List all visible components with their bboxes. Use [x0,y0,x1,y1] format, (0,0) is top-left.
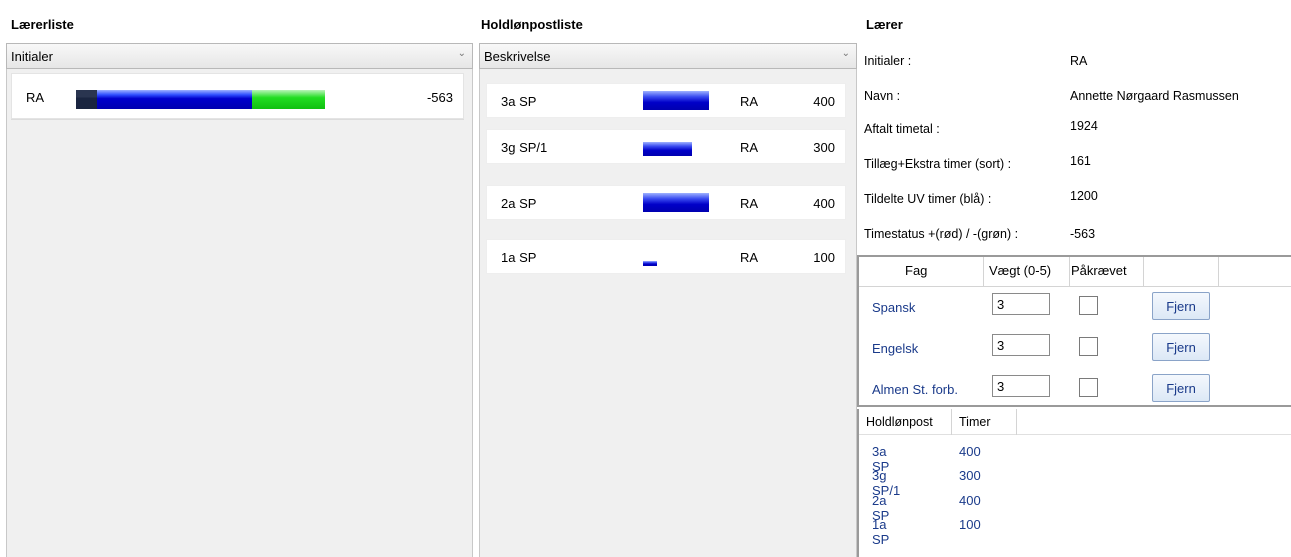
holdlon-row[interactable]: 1a SP RA 100 [486,239,846,274]
holdlon-list-panel: Holdlønpostliste Beskrivelse ⌄ 3a SP RA … [473,0,857,557]
agreed-hours-value: 1924 [1070,119,1098,133]
holdlon-list-title: Holdlønpostliste [481,17,583,32]
initials-row: Initialer : RA [864,54,1291,74]
subject-name: Engelsk [872,341,919,356]
name-value: Annette Nørgaard Rasmussen [1070,89,1239,103]
holdlon-row[interactable]: 2a SP RA 400 [486,185,846,220]
chevron-down-icon: ⌄ [457,48,466,59]
holdlon-label: 2a SP [501,196,537,211]
status-row: Timestatus +(rød) / -(grøn) : -563 [864,227,1291,247]
status-label: Timestatus +(rød) / -(grøn) : [864,227,1019,241]
description-column-label: Beskrivelse [484,49,551,64]
initials-column-label: Initialer [11,49,53,64]
remove-subject-button[interactable]: Fjern [1152,292,1210,320]
subjects-table-header: Fag Vægt (0-5) Påkrævet [859,257,1291,287]
holdlon-hours: 300 [959,468,981,483]
extra-hours-label: Tillæg+Ekstra timer (sort) : [864,157,1012,171]
subject-name: Spansk [872,300,916,315]
column-divider [1218,257,1219,287]
column-divider [951,409,952,435]
holdlon-hours-bar [643,261,657,266]
teacher-info: Initialer : RA Navn : Annette Nørgaard R… [857,43,1291,254]
name-label: Navn : [864,89,901,103]
holdlon-hours-table-header: Holdlønpost Timer [859,409,1291,435]
teacher-list-title: Lærerliste [11,17,74,32]
holdlon-row[interactable]: 3a SP RA 400 [486,83,846,118]
status-value: -563 [1070,227,1096,241]
subjects-table: Fag Vægt (0-5) Påkrævet Spansk Fjern Eng… [857,255,1291,407]
remove-subject-button[interactable]: Fjern [1152,333,1210,361]
teacher-row[interactable]: RA -563 [11,73,464,119]
teacher-detail-panel: Lærer Initialer : RA Navn : Annette Nørg… [857,0,1291,557]
holdlon-hours-bar [643,193,709,212]
holdlon-post: 1a SP [872,517,890,547]
holdlon-post-column-header[interactable]: Holdlønpost [866,415,933,429]
remove-subject-button[interactable]: Fjern [1152,374,1210,402]
subject-row: Spansk Fjern [859,288,1291,328]
holdlon-hours-bar [643,91,709,110]
extra-hours-bar [76,90,97,109]
holdlon-hours: 300 [813,140,835,155]
holdlon-teacher: RA [740,250,759,265]
holdlon-hours: 100 [959,517,981,532]
extra-hours-row: Tillæg+Ekstra timer (sort) : 161 [864,154,1291,177]
teacher-list: RA -563 [6,69,473,557]
assigned-hours-bar [96,90,253,109]
teacher-detail-title: Lærer [866,17,903,32]
name-row: Navn : Annette Nørgaard Rasmussen [864,89,1291,109]
holdlon-hours: 400 [813,94,835,109]
holdlon-teacher: RA [740,196,759,211]
assigned-hours-row: Tildelte UV timer (blå) : 1200 [864,189,1291,212]
teacher-list-panel: Lærerliste Initialer ⌄ RA -563 [0,0,473,557]
subject-row: Engelsk Fjern [859,329,1291,369]
status-hours-bar [252,90,326,109]
holdlon-teacher: RA [740,94,759,109]
column-divider [1143,257,1144,287]
holdlon-label: 3g SP/1 [501,140,548,155]
chevron-down-icon: ⌄ [841,48,850,59]
subject-row: Almen St. forb. Fjern [859,370,1291,410]
holdlon-label: 1a SP [501,250,537,265]
column-divider [983,257,984,287]
weight-column-header[interactable]: Vægt (0-5) [989,263,1051,278]
initials-label: Initialer : [864,54,912,68]
subject-weight-input[interactable] [992,334,1050,356]
holdlon-row[interactable]: 3g SP/1 RA 300 [486,129,846,164]
holdlon-hours: 100 [813,250,835,265]
assigned-hours-label: Tildelte UV timer (blå) : [864,192,992,206]
holdlon-teacher: RA [740,140,759,155]
holdlon-hours-bar [643,142,692,156]
agreed-hours-label: Aftalt timetal : [864,122,940,136]
required-column-header[interactable]: Påkrævet [1071,263,1127,278]
holdlon-hours: 400 [813,196,835,211]
teacher-initials: RA [26,90,45,105]
subject-weight-input[interactable] [992,293,1050,315]
description-column-header[interactable]: Beskrivelse ⌄ [479,43,857,69]
holdlon-hours: 400 [959,444,981,459]
column-divider [1069,257,1070,287]
hours-column-header[interactable]: Timer [959,415,990,429]
subject-weight-input[interactable] [992,375,1050,397]
subject-name: Almen St. forb. [872,382,958,397]
teacher-status-value: -563 [426,90,453,105]
holdlon-hours-table: Holdlønpost Timer 3a SP 400 3g SP/1 300 … [857,409,1291,557]
agreed-hours-row: Aftalt timetal : 1924 [864,119,1291,142]
subject-required-checkbox[interactable] [1079,337,1098,356]
subject-required-checkbox[interactable] [1079,378,1098,397]
initials-column-header[interactable]: Initialer ⌄ [6,43,473,69]
subject-required-checkbox[interactable] [1079,296,1098,315]
holdlon-label: 3a SP [501,94,537,109]
extra-hours-value: 161 [1070,154,1091,168]
assigned-hours-value: 1200 [1070,189,1098,203]
holdlon-hours: 400 [959,493,981,508]
column-divider [1016,409,1017,435]
holdlon-list: 3a SP RA 400 3g SP/1 RA 300 2a SP RA 400… [479,69,857,557]
subject-column-header[interactable]: Fag [905,263,927,278]
initials-value: RA [1070,54,1088,68]
